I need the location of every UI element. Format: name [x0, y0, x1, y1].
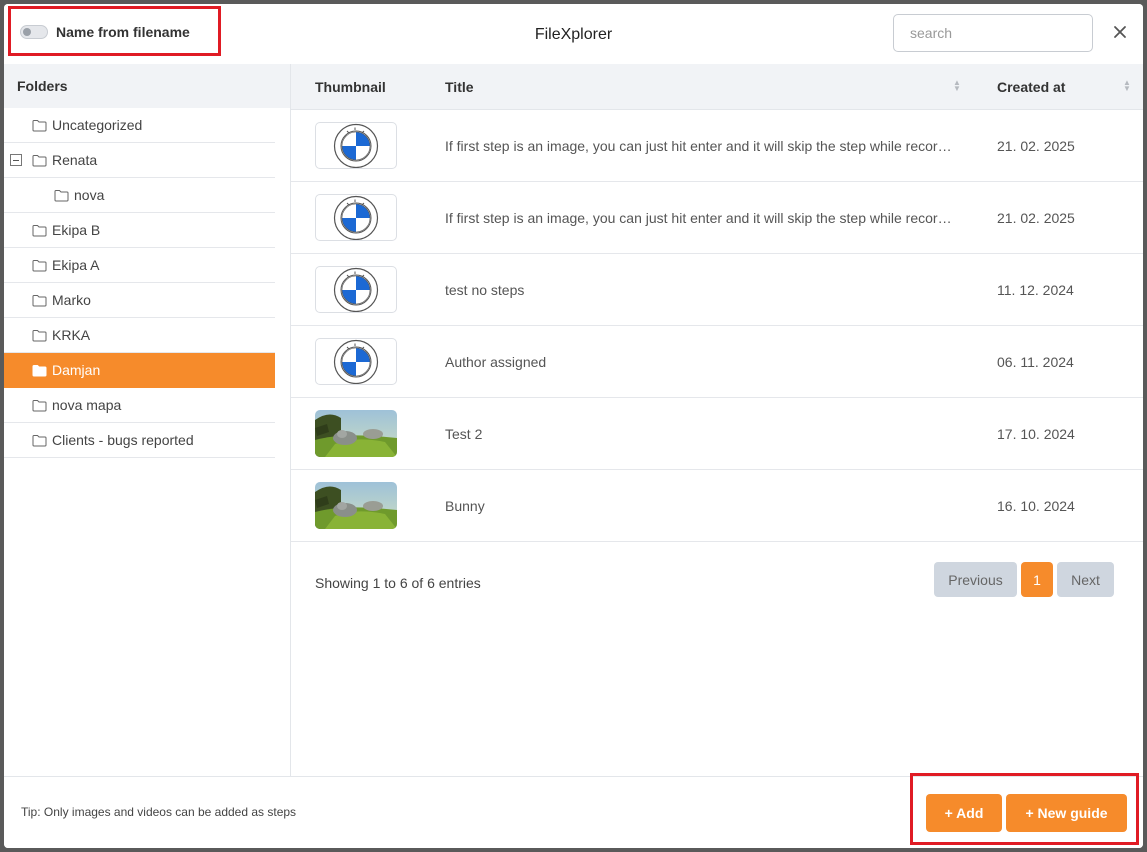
- sidebar-folder-item[interactable]: Marko: [4, 283, 275, 318]
- folders-heading: Folders: [4, 64, 290, 108]
- page-1-button[interactable]: 1: [1021, 562, 1053, 597]
- table-body: If first step is an image, you can just …: [291, 110, 1143, 542]
- sidebar-folder-item[interactable]: Clients - bugs reported: [4, 423, 275, 458]
- column-created-at[interactable]: Created at: [997, 79, 1065, 95]
- file-explorer-modal: Name from filename FileXplorer Folders U…: [4, 4, 1143, 848]
- row-created-at: 21. 02. 2025: [997, 138, 1075, 154]
- folder-icon: [32, 292, 48, 308]
- bmw-logo-thumbnail: [315, 266, 397, 313]
- bmw-logo-thumbnail: [315, 122, 397, 169]
- folder-icon: [54, 187, 70, 203]
- next-page-button[interactable]: Next: [1057, 562, 1114, 597]
- folder-icon: [32, 397, 48, 413]
- bmw-logo-thumbnail: [315, 338, 397, 385]
- guides-table: Thumbnail Title ▲ ▼ Created at ▲ ▼ If firs…: [291, 64, 1143, 776]
- collapse-icon[interactable]: [10, 154, 22, 166]
- table-row[interactable]: Author assigned 06. 11. 2024: [291, 326, 1143, 398]
- sidebar-folder-item[interactable]: Ekipa B: [4, 213, 275, 248]
- folders-sidebar: Folders Uncategorized Renata nova Ekipa B Ek…: [4, 64, 291, 776]
- folder-label: Ekipa A: [52, 257, 100, 273]
- table-row[interactable]: If first step is an image, you can just …: [291, 110, 1143, 182]
- table-row[interactable]: test no steps 11. 12. 2024: [291, 254, 1143, 326]
- close-icon[interactable]: [1110, 22, 1130, 42]
- bmw-logo-thumbnail: [315, 194, 397, 241]
- search-input[interactable]: [893, 14, 1093, 52]
- row-title: Bunny: [445, 498, 485, 514]
- table-header: Thumbnail Title ▲ ▼ Created at ▲ ▼: [291, 64, 1143, 110]
- folder-label: KRKA: [52, 327, 91, 343]
- sort-title-icon[interactable]: ▲ ▼: [953, 79, 961, 93]
- folder-icon: [32, 362, 48, 378]
- highlight-box-toggle: [8, 6, 221, 56]
- sidebar-folder-item[interactable]: Renata: [4, 143, 275, 178]
- folder-label: Renata: [52, 152, 98, 168]
- table-row[interactable]: If first step is an image, you can just …: [291, 182, 1143, 254]
- row-title: Author assigned: [445, 354, 547, 370]
- folder-icon: [32, 117, 48, 133]
- modal-header: Name from filename FileXplorer: [4, 4, 1143, 64]
- folder-icon: [32, 432, 48, 448]
- row-created-at: 17. 10. 2024: [997, 426, 1075, 442]
- row-created-at: 11. 12. 2024: [997, 282, 1074, 298]
- folder-icon: [32, 152, 48, 168]
- sidebar-folder-item[interactable]: Uncategorized: [4, 108, 275, 143]
- column-title[interactable]: Title: [445, 79, 474, 95]
- sidebar-folder-item[interactable]: Ekipa A: [4, 248, 275, 283]
- row-created-at: 16. 10. 2024: [997, 498, 1075, 514]
- sidebar-folder-item[interactable]: nova mapa: [4, 388, 275, 423]
- folder-icon: [32, 327, 48, 343]
- sort-created-icon[interactable]: ▲ ▼: [1123, 79, 1131, 93]
- row-created-at: 21. 02. 2025: [997, 210, 1075, 226]
- folder-label: Damjan: [52, 362, 101, 378]
- bunny-scene-thumbnail: [315, 410, 397, 457]
- sidebar-folder-item[interactable]: Damjan: [4, 353, 275, 388]
- folder-label: nova: [74, 187, 105, 203]
- row-created-at: 06. 11. 2024: [997, 354, 1074, 370]
- bunny-scene-thumbnail: [315, 482, 397, 529]
- sidebar-folder-item[interactable]: KRKA: [4, 318, 275, 353]
- highlight-box-buttons: [910, 773, 1139, 845]
- folder-label: Ekipa B: [52, 222, 101, 238]
- folder-label: Marko: [52, 292, 91, 308]
- folder-label: Uncategorized: [52, 117, 143, 133]
- row-title: If first step is an image, you can just …: [445, 210, 955, 226]
- row-title: If first step is an image, you can just …: [445, 138, 955, 154]
- folder-label: Clients - bugs reported: [52, 432, 194, 448]
- folder-label: nova mapa: [52, 397, 122, 413]
- modal-footer: Tip: Only images and videos can be added…: [4, 773, 1143, 848]
- column-thumbnail: Thumbnail: [315, 79, 386, 95]
- tip-text: Tip: Only images and videos can be added…: [21, 805, 297, 819]
- sidebar-folder-item[interactable]: nova: [4, 178, 275, 213]
- row-title: Test 2: [445, 426, 483, 442]
- folder-icon: [32, 222, 48, 238]
- table-row[interactable]: Test 2 17. 10. 2024: [291, 398, 1143, 470]
- row-title: test no steps: [445, 282, 525, 298]
- folder-icon: [32, 257, 48, 273]
- folder-list: Uncategorized Renata nova Ekipa B Ekipa A Mar…: [4, 108, 290, 458]
- table-row[interactable]: Bunny 16. 10. 2024: [291, 470, 1143, 542]
- previous-page-button[interactable]: Previous: [934, 562, 1017, 597]
- entries-info: Showing 1 to 6 of 6 entries: [315, 575, 481, 591]
